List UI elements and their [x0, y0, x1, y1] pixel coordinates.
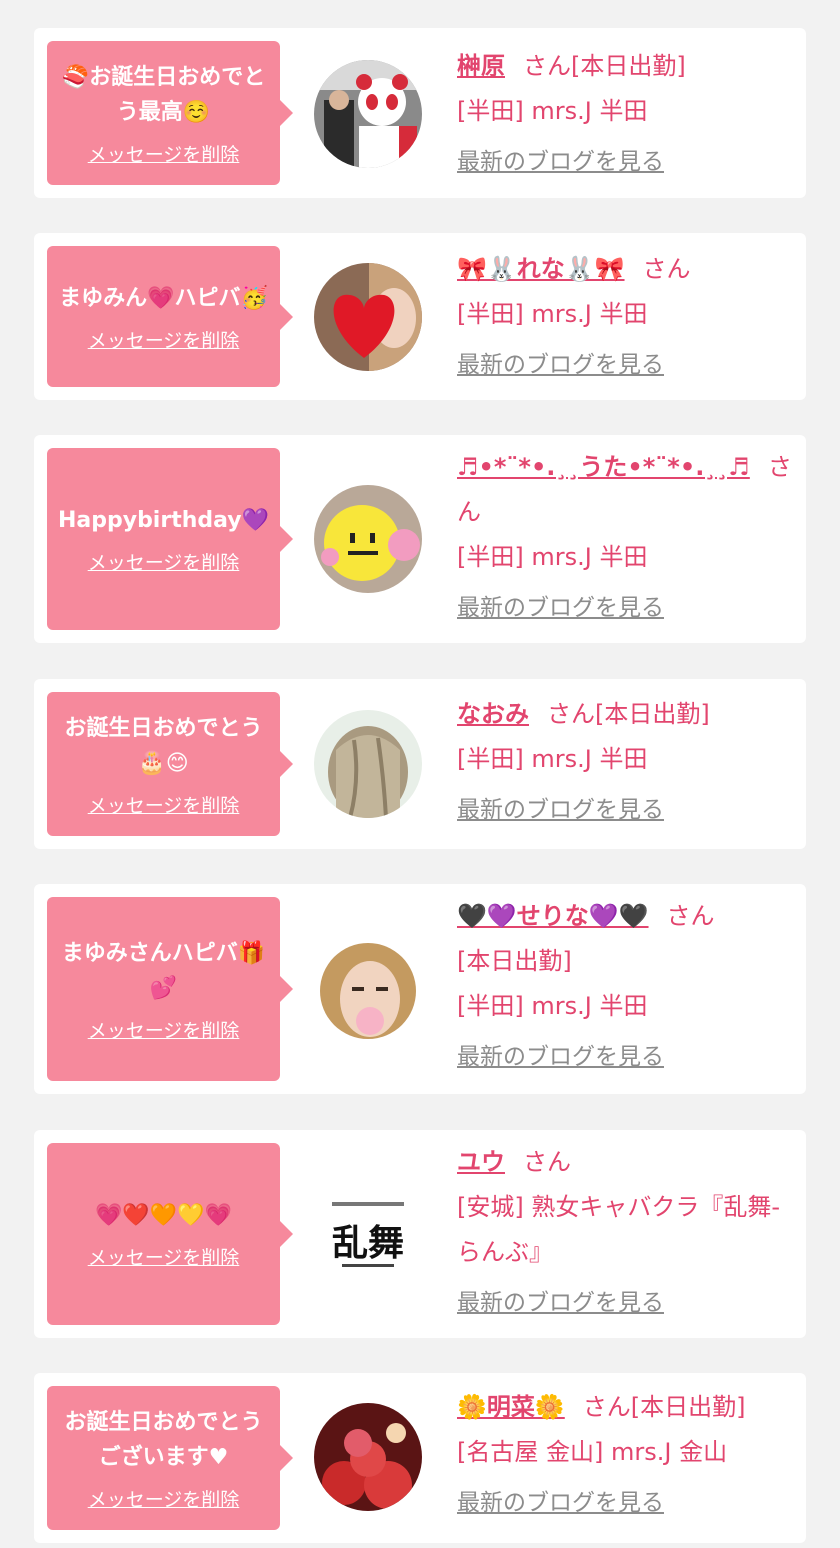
message-card: Happybirthday💜 メッセージを削除 ♬•*¨*•.¸¸うた•*¨*•…: [34, 435, 806, 643]
message-bubble: Happybirthday💜 メッセージを削除: [47, 448, 293, 630]
view-blog-link[interactable]: 最新のブログを見る: [457, 1281, 664, 1326]
message-list: 🍣お誕生日おめでとう最高☺️ メッセージを削除 榊原 さん[本日出勤] [半田]…: [0, 0, 840, 1548]
cast-info: ♬•*¨*•.¸¸うた•*¨*•.¸¸♬ さん [半田] mrs.J 半田 最新の…: [457, 445, 792, 631]
store-name: [半田] mrs.J 半田: [457, 992, 648, 1020]
message-text: お誕生日おめでとうございます♥: [64, 1409, 263, 1470]
store-name: [名古屋 金山] mrs.J 金山: [457, 1438, 728, 1466]
delete-message-link[interactable]: メッセージを削除: [88, 140, 240, 167]
cast-name-link[interactable]: 榊原: [457, 52, 505, 80]
delete-message-link[interactable]: メッセージを削除: [88, 326, 240, 353]
view-blog-link[interactable]: 最新のブログを見る: [457, 586, 664, 631]
honorific: さん: [642, 255, 691, 283]
view-blog-link[interactable]: 最新のブログを見る: [457, 1035, 664, 1080]
message-bubble: 💗❤️🧡💛💗 メッセージを削除: [47, 1143, 293, 1325]
blurred-face-photo: [320, 943, 416, 1039]
store-name: [半田] mrs.J 半田: [457, 745, 648, 773]
honorific: さん: [523, 52, 571, 80]
message-bubble: お誕生日おめでとうございます♥ メッセージを削除: [47, 1386, 293, 1530]
delete-message-link[interactable]: メッセージを削除: [88, 548, 240, 575]
status-badge: [本日出勤]: [595, 700, 710, 728]
message-bubble: まゆみん💗ハピバ🥳 メッセージを削除: [47, 246, 293, 387]
message-bubble: お誕生日おめでとう🎂😊 メッセージを削除: [47, 692, 293, 836]
honorific: さん: [523, 1148, 571, 1176]
message-card: お誕生日おめでとうございます♥ メッセージを削除 🌼明菜🌼 さん[本日出勤] [名…: [34, 1373, 806, 1543]
message-card: 💗❤️🧡💛💗 メッセージを削除 乱舞 ユウ さん [安城] 熟女キャバクラ『乱舞-…: [34, 1130, 806, 1338]
cast-info: 榊原 さん[本日出勤] [半田] mrs.J 半田 最新のブログを見る: [457, 44, 792, 185]
avatar[interactable]: [320, 943, 416, 1039]
avatar[interactable]: [314, 263, 422, 371]
store-name: [半田] mrs.J 半田: [457, 300, 648, 328]
cast-name-link[interactable]: ユウ: [457, 1148, 505, 1176]
view-blog-link[interactable]: 最新のブログを見る: [457, 140, 664, 185]
message-bubble: まゆみさんハピバ🎁💕 メッセージを削除: [47, 897, 293, 1081]
cast-name-link[interactable]: 🎀🐰れな🐰🎀: [457, 255, 625, 283]
avatar[interactable]: 乱舞: [314, 1180, 422, 1288]
avatar[interactable]: [314, 60, 422, 168]
message-text: お誕生日おめでとう🎂😊: [64, 715, 263, 776]
message-bubble: 🍣お誕生日おめでとう最高☺️ メッセージを削除: [47, 41, 293, 185]
hair-photo: [314, 710, 422, 818]
cast-name-link[interactable]: 🌼明菜🌼: [457, 1393, 565, 1421]
view-blog-link[interactable]: 最新のブログを見る: [457, 788, 664, 833]
avatar[interactable]: [314, 485, 422, 593]
message-card: まゆみん💗ハピバ🥳 メッセージを削除 🎀🐰れな🐰🎀 さん [半田] mrs.J 半…: [34, 233, 806, 400]
delete-message-link[interactable]: メッセージを削除: [88, 791, 240, 818]
status-badge: [本日出勤]: [457, 947, 572, 975]
view-blog-link[interactable]: 最新のブログを見る: [457, 1481, 664, 1526]
avatar[interactable]: [314, 710, 422, 818]
message-card: 🍣お誕生日おめでとう最高☺️ メッセージを削除 榊原 さん[本日出勤] [半田]…: [34, 28, 806, 198]
cast-info: ユウ さん [安城] 熟女キャバクラ『乱舞-らんぶ』 最新のブログを見る: [457, 1140, 792, 1326]
honorific: さん: [582, 1393, 631, 1421]
delete-message-link[interactable]: メッセージを削除: [88, 1243, 240, 1270]
logo-text: 乱舞: [332, 1222, 404, 1264]
honorific: さん: [666, 902, 715, 930]
delete-message-link[interactable]: メッセージを削除: [88, 1485, 240, 1512]
message-text: 🍣お誕生日おめでとう最高☺️: [61, 64, 266, 125]
smiley-face-photo: [314, 485, 422, 593]
cast-name-link[interactable]: 🖤💜せりな💜🖤: [457, 902, 649, 930]
message-card: お誕生日おめでとう🎂😊 メッセージを削除 なおみ さん[本日出勤] [半田] mr…: [34, 679, 806, 849]
message-text: Happybirthday💜: [57, 508, 270, 533]
store-name: [半田] mrs.J 半田: [457, 543, 648, 571]
view-blog-link[interactable]: 最新のブログを見る: [457, 343, 664, 388]
message-card: まゆみさんハピバ🎁💕 メッセージを削除 🖤💜せりな💜🖤 さん [本日出勤] [半田…: [34, 884, 806, 1094]
store-name: [半田] mrs.J 半田: [457, 97, 648, 125]
cast-name-link[interactable]: ♬•*¨*•.¸¸うた•*¨*•.¸¸♬: [457, 453, 750, 481]
ranbu-logo: 乱舞: [314, 1180, 422, 1288]
store-name: [安城] 熟女キャバクラ『乱舞-らんぶ』: [457, 1193, 781, 1266]
status-badge: [本日出勤]: [630, 1393, 746, 1421]
avatar[interactable]: [314, 1403, 422, 1511]
message-text: まゆみん💗ハピバ🥳: [59, 285, 268, 311]
status-badge: [本日出勤]: [571, 52, 686, 80]
red-flower-photo: [314, 1403, 422, 1511]
message-text: まゆみさんハピバ🎁💕: [61, 940, 266, 1001]
cast-info: 🎀🐰れな🐰🎀 さん [半田] mrs.J 半田 最新のブログを見る: [457, 247, 792, 388]
delete-message-link[interactable]: メッセージを削除: [88, 1016, 240, 1043]
cast-info: なおみ さん[本日出勤] [半田] mrs.J 半田 最新のブログを見る: [457, 692, 792, 833]
heart-face-photo: [314, 263, 422, 371]
cast-info: 🖤💜せりな💜🖤 さん [本日出勤] [半田] mrs.J 半田 最新のブログを見る: [457, 894, 792, 1080]
panda-mascot-photo: [314, 60, 422, 168]
honorific: さん: [547, 700, 595, 728]
message-text: 💗❤️🧡💛💗: [95, 1203, 232, 1228]
cast-name-link[interactable]: なおみ: [457, 700, 529, 728]
cast-info: 🌼明菜🌼 さん[本日出勤] [名古屋 金山] mrs.J 金山 最新のブログを見る: [457, 1385, 792, 1526]
